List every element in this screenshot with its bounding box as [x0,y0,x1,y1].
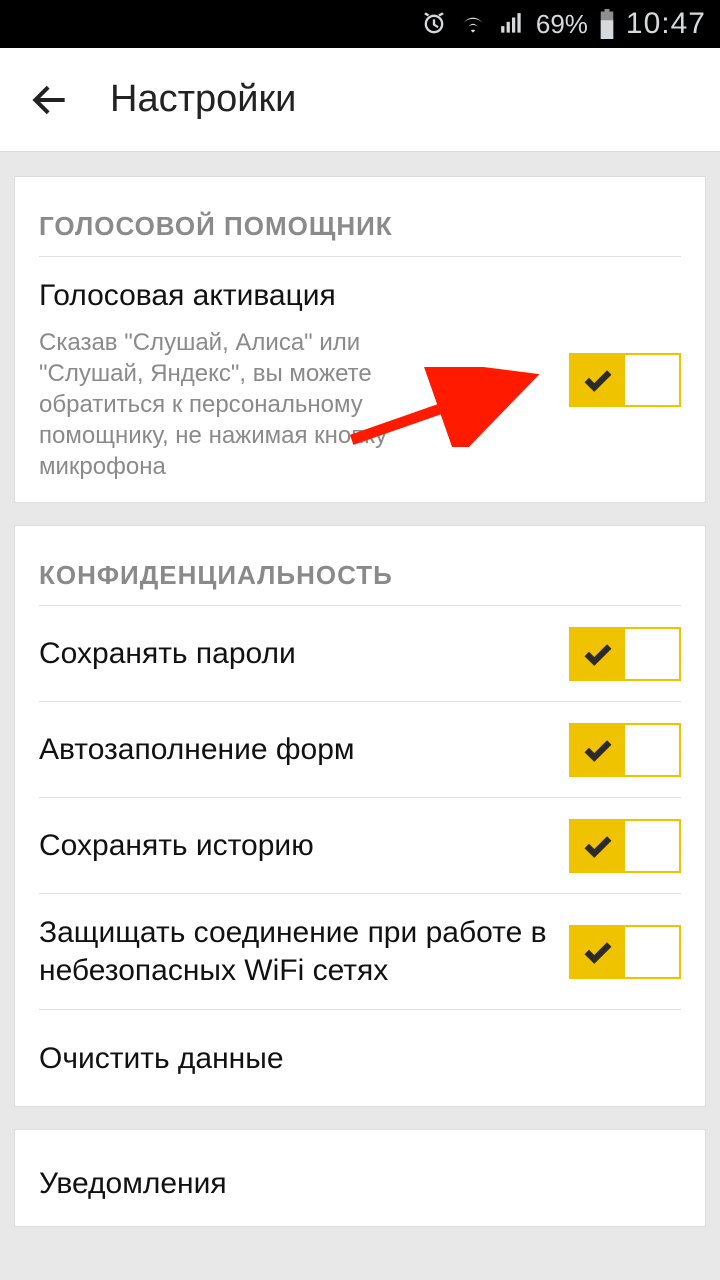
row-notifications[interactable]: Уведомления [39,1130,681,1226]
autofill-label: Автозаполнение форм [39,731,549,769]
row-clear-data[interactable]: Очистить данные [39,1010,681,1106]
section-voice-assistant: ГОЛОСОВОЙ ПОМОЩНИК Голосовая активация С… [14,176,706,503]
status-bar: 69% 10:47 [0,0,720,48]
signal-icon [498,11,526,37]
battery-icon [598,9,616,39]
voice-activation-desc: Сказав "Слушай, Алиса" или "Слушай, Янде… [39,327,469,483]
app-bar: Настройки [0,48,720,152]
alarm-icon [420,10,448,38]
toggle-protect-wifi[interactable] [569,925,681,979]
toggle-save-history[interactable] [569,819,681,873]
voice-activation-title: Голосовая активация [39,277,549,315]
settings-content: ГОЛОСОВОЙ ПОМОЩНИК Голосовая активация С… [0,152,720,1227]
toggle-save-passwords[interactable] [569,627,681,681]
row-autofill-forms[interactable]: Автозаполнение форм [39,702,681,798]
section-notifications: Уведомления [14,1129,706,1227]
section-privacy: КОНФИДЕНЦИАЛЬНОСТЬ Сохранять пароли Авто… [14,525,706,1107]
check-icon [571,927,625,977]
check-icon [571,821,625,871]
toggle-voice-activation[interactable] [569,353,681,407]
status-time: 10:47 [626,7,706,41]
page-title: Настройки [110,78,296,121]
save-history-label: Сохранять историю [39,827,549,865]
wifi-icon [458,11,488,37]
battery-percent: 69% [536,9,588,40]
save-passwords-label: Сохранять пароли [39,635,549,673]
check-icon [571,355,625,405]
row-save-passwords[interactable]: Сохранять пароли [39,606,681,702]
clear-data-label: Очистить данные [39,1040,681,1078]
back-button[interactable] [20,70,80,130]
toggle-autofill[interactable] [569,723,681,777]
protect-wifi-label: Защищать соединение при работе в небезоп… [39,914,549,989]
check-icon [571,725,625,775]
row-protect-wifi[interactable]: Защищать соединение при работе в небезоп… [39,894,681,1010]
row-save-history[interactable]: Сохранять историю [39,798,681,894]
check-icon [571,629,625,679]
row-voice-activation[interactable]: Голосовая активация Сказав "Слушай, Алис… [39,257,681,502]
section-header-privacy: КОНФИДЕНЦИАЛЬНОСТЬ [39,526,681,606]
notifications-label: Уведомления [39,1165,681,1203]
section-header-voice: ГОЛОСОВОЙ ПОМОЩНИК [39,177,681,257]
